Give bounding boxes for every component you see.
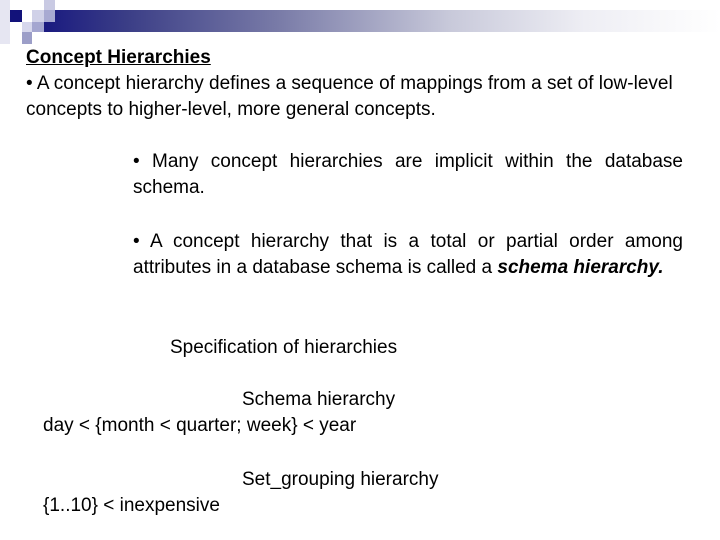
intro-paragraph: • A concept hierarchy defines a sequence… (26, 73, 673, 120)
deco-square-light (32, 10, 44, 22)
deco-square-medium (32, 22, 44, 32)
set-grouping-hierarchy-label: Set_grouping hierarchy (242, 469, 439, 490)
header-gradient-bar (44, 10, 720, 32)
deco-square-dark (10, 10, 22, 22)
bullet-schema-hierarchy: • A concept hierarchy that is a total or… (133, 229, 683, 281)
schema-hierarchy-label: Schema hierarchy (242, 389, 396, 410)
header-decoration (0, 0, 720, 48)
bullet-implicit-hierarchies: • Many concept hierarchies are implicit … (133, 149, 683, 201)
slide-title: Concept Hierarchies (26, 47, 211, 68)
deco-square-light (44, 0, 55, 10)
schema-hierarchy-term: schema hierarchy. (497, 257, 664, 278)
deco-square-medium (22, 32, 32, 44)
schema-hierarchy-expression: day < {month < quarter; week} < year (43, 415, 357, 436)
deco-square-light (22, 22, 32, 32)
deco-square-light (0, 0, 10, 44)
specification-heading: Specification of hierarchies (170, 337, 398, 358)
bullet-text: • Many concept hierarchies are implicit … (133, 151, 683, 198)
set-grouping-hierarchy-expression: {1..10} < inexpensive (43, 495, 220, 516)
deco-square-medium (44, 10, 55, 22)
